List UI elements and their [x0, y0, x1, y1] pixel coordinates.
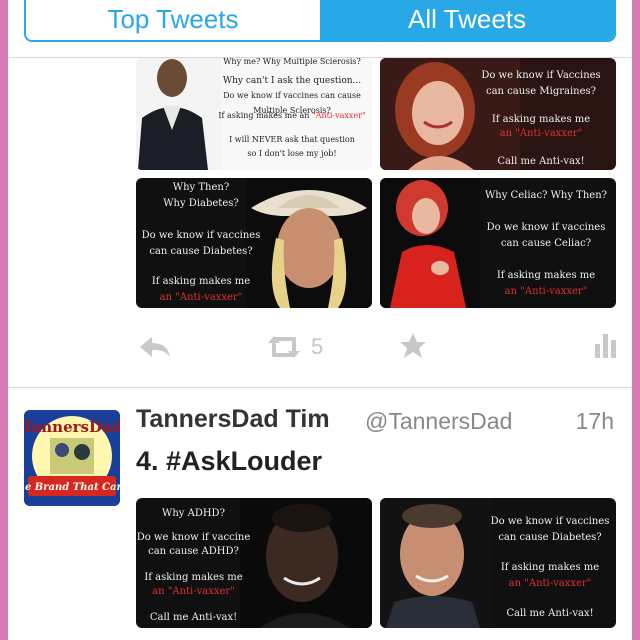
caption-l4: If asking makes me — [144, 572, 243, 583]
caption-l3: can cause ADHD? — [148, 546, 239, 557]
caption-l1: Do we know if vaccines — [490, 516, 610, 527]
caption-l5: Call me Anti-vax! — [149, 612, 238, 623]
caption-l5: I will NEVER ask that question — [229, 135, 355, 144]
image-migraine[interactable]: Do we know if Vaccines can cause Migrain… — [380, 58, 616, 170]
favorite-star-icon[interactable] — [398, 331, 428, 361]
image-ms[interactable]: Why me? Why Multiple Sclerosis? Why can'… — [136, 58, 372, 170]
tweet-text: 4. #AskLouder — [136, 446, 323, 476]
caption-red-text: "Anti-vaxxer" — [312, 111, 366, 120]
tab-all-tweets[interactable]: All Tweets — [320, 0, 614, 40]
caption-l2: Do we know if vaccine — [136, 532, 251, 543]
caption-l3: can cause Celiac? — [500, 238, 592, 249]
author-name[interactable]: TannersDad Tim — [136, 405, 330, 434]
tab-top-tweets[interactable]: Top Tweets — [26, 0, 320, 40]
tweet-filter-segmented-control: Top Tweets All Tweets — [24, 0, 616, 42]
logo-top-text: TannersDad — [24, 418, 120, 436]
caption-l4: can cause Diabetes? — [149, 246, 253, 257]
caption-red: an "Anti-vaxxer" — [504, 286, 588, 297]
caption-red: an "Anti-vaxxer" — [152, 586, 235, 597]
retweet-count: 5 — [311, 334, 324, 359]
logo-bottom-text: The Brand That Cares — [24, 482, 120, 493]
caption-l2: can cause Diabetes? — [498, 532, 602, 543]
timeline: Top Tweets All Tweets Why me? Why Multip… — [8, 0, 632, 640]
image-diabetes[interactable]: Why Then? Why Diabetes? Do we know if va… — [136, 178, 372, 308]
author-handle[interactable]: @TannersDad — [365, 408, 512, 435]
caption-l1: Why me? Why Multiple Sclerosis? — [223, 58, 361, 66]
caption-l1: Why ADHD? — [162, 508, 225, 519]
caption-red: an "Anti-vaxxer" — [159, 292, 243, 303]
caption-l6: so I don't lose my job! — [247, 149, 337, 158]
retweet-icon[interactable] — [264, 333, 304, 361]
avatar[interactable]: TannersDad The Brand That Cares — [24, 410, 120, 506]
man-in-suit-photo — [136, 58, 221, 170]
caption-l2: Do we know if vaccines — [486, 222, 606, 233]
caption-l4: Call me Anti-vax! — [497, 156, 585, 167]
caption-l1: Why Celiac? Why Then? — [485, 190, 607, 201]
woman-red-dress-photo — [380, 178, 480, 308]
caption-l3: If asking makes me — [500, 562, 600, 573]
caption-l3: If asking makes me — [491, 114, 591, 125]
caption-l2: Why Diabetes? — [163, 198, 239, 209]
caption-l2: Why can't I ask the question... — [222, 76, 362, 86]
smiling-man-photo — [380, 498, 492, 628]
stats-bars-icon[interactable] — [594, 332, 618, 358]
caption-l2: can cause Migraines? — [485, 86, 597, 97]
tannersdad-logo: TannersDad The Brand That Cares — [24, 410, 120, 506]
caption-l1: Why Then? — [172, 182, 230, 193]
caption-l4: Call me Anti-vax! — [506, 608, 594, 619]
caption-l5: If asking makes me — [151, 276, 251, 287]
image-celiac[interactable]: Why Celiac? Why Then? Do we know if vacc… — [380, 178, 616, 308]
image-adhd[interactable]: Why ADHD? Do we know if vaccine can caus… — [136, 498, 372, 628]
caption-l4: If asking makes me — [496, 270, 596, 281]
tweet-divider — [8, 387, 632, 388]
caption-l4: If asking makes me an "Anti-vaxxer" — [212, 108, 372, 123]
man-portrait-photo — [240, 498, 372, 628]
image-diabetes-2[interactable]: Do we know if vaccines can cause Diabete… — [380, 498, 616, 628]
caption-text: If asking makes me an — [218, 111, 310, 120]
reply-icon[interactable] — [138, 333, 172, 361]
caption-red: an "Anti-vaxxer" — [508, 578, 592, 589]
caption-l3: Do we know if vaccines — [141, 230, 261, 241]
caption-l1: Do we know if Vaccines — [481, 70, 601, 81]
tweet-timestamp: 17h — [575, 408, 614, 434]
caption-red: an "Anti-vaxxer" — [499, 128, 583, 139]
